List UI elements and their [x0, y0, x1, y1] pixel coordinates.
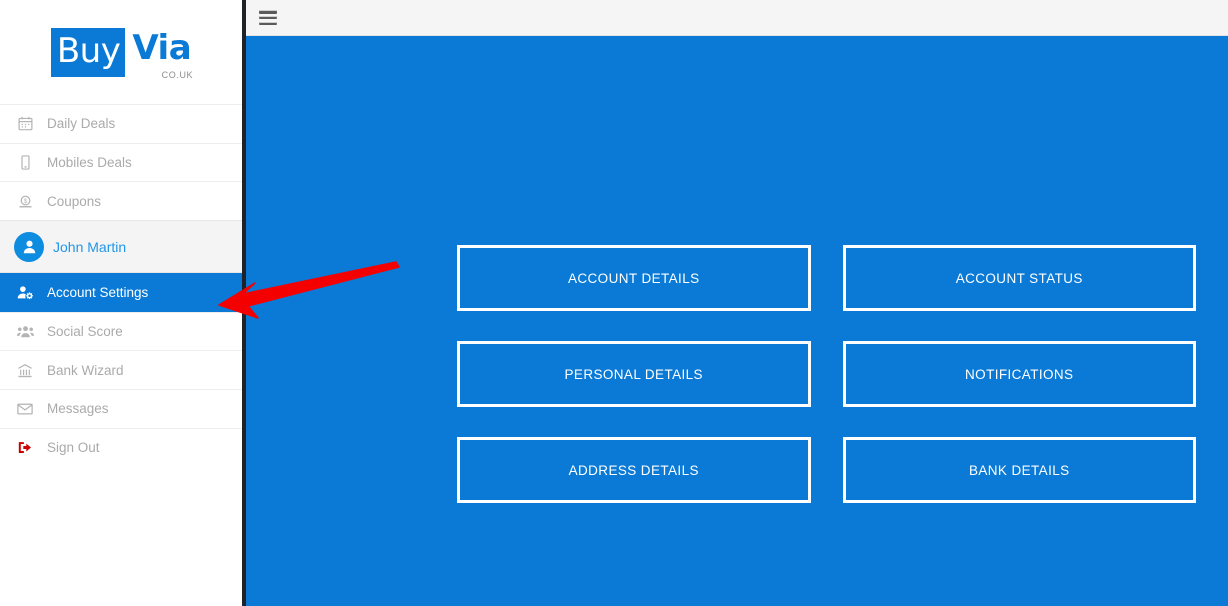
logo-tld-text: CO.UK: [161, 69, 194, 80]
tile-notifications[interactable]: NOTIFICATIONS: [842, 341, 1196, 407]
mobile-phone-icon: [14, 155, 36, 170]
sign-out-icon: [14, 440, 36, 455]
sidebar-item-bank-wizard[interactable]: Bank Wizard: [0, 350, 242, 389]
sidebar-item-label: Mobiles Deals: [47, 155, 132, 171]
tile-personal-details[interactable]: PERSONAL DETAILS: [457, 341, 811, 407]
logo-buy-text: Buy: [50, 27, 126, 77]
user-name-label: John Martin: [53, 238, 127, 255]
content-panel: ACCOUNT DETAILS ACCOUNT STATUS PERSONAL …: [246, 36, 1228, 606]
hamburger-icon[interactable]: [259, 10, 277, 25]
hamburger-bar: [259, 21, 277, 25]
sidebar-item-social-score[interactable]: Social Score: [0, 311, 242, 351]
sidebar-item-coupons[interactable]: $ Coupons: [0, 181, 242, 221]
calendar-icon: [14, 116, 36, 131]
logo-via-wrap: Via CO.UK: [125, 27, 192, 80]
tile-row: PERSONAL DETAILS NOTIFICATIONS: [457, 341, 1196, 407]
tile-row: ACCOUNT DETAILS ACCOUNT STATUS: [457, 245, 1196, 311]
tile-account-details[interactable]: ACCOUNT DETAILS: [457, 245, 811, 311]
tile-row: ADDRESS DETAILS BANK DETAILS: [457, 437, 1196, 503]
avatar: [14, 231, 44, 262]
sidebar-item-user-profile[interactable]: John Martin: [0, 220, 242, 274]
logo-via-text: Via: [132, 27, 192, 68]
sidebar-item-sign-out[interactable]: Sign Out: [0, 427, 242, 467]
sidebar: Buy Via CO.UK Daily Deals Mobiles Deals …: [0, 0, 246, 606]
logo-wrap: Buy Via CO.UK: [50, 27, 193, 80]
sidebar-item-label: Coupons: [47, 193, 102, 209]
sidebar-item-mobiles-deals[interactable]: Mobiles Deals: [0, 142, 242, 182]
brand-logo[interactable]: Buy Via CO.UK: [0, 0, 242, 104]
sidebar-item-messages[interactable]: Messages: [0, 388, 242, 428]
top-bar: [246, 0, 1228, 36]
sidebar-item-label: Account Settings: [47, 284, 149, 300]
user-avatar-icon: [14, 231, 44, 262]
sidebar-item-label: Daily Deals: [47, 116, 116, 132]
sidebar-nav: Daily Deals Mobiles Deals $ Coupons John…: [0, 104, 242, 467]
main-area: ACCOUNT DETAILS ACCOUNT STATUS PERSONAL …: [246, 0, 1228, 606]
hamburger-bar: [259, 10, 277, 14]
user-gear-icon: [14, 285, 36, 300]
tile-account-status[interactable]: ACCOUNT STATUS: [842, 245, 1196, 311]
bank-icon: [14, 363, 36, 378]
money-bill-icon: $: [14, 194, 36, 209]
sidebar-item-label: Social Score: [47, 323, 123, 339]
app-root: Buy Via CO.UK Daily Deals Mobiles Deals …: [0, 0, 1228, 606]
sidebar-item-label: Bank Wizard: [47, 362, 124, 378]
hamburger-bar: [259, 15, 277, 20]
envelope-icon: [14, 402, 36, 416]
sidebar-item-label: Sign Out: [47, 439, 100, 455]
sidebar-item-daily-deals[interactable]: Daily Deals: [0, 104, 242, 143]
tile-address-details[interactable]: ADDRESS DETAILS: [457, 437, 811, 503]
account-tiles-grid: ACCOUNT DETAILS ACCOUNT STATUS PERSONAL …: [246, 245, 1228, 503]
tile-bank-details[interactable]: BANK DETAILS: [842, 437, 1196, 503]
users-group-icon: [14, 324, 36, 339]
sidebar-item-account-settings[interactable]: Account Settings: [0, 273, 242, 312]
sidebar-item-label: Messages: [47, 401, 109, 417]
